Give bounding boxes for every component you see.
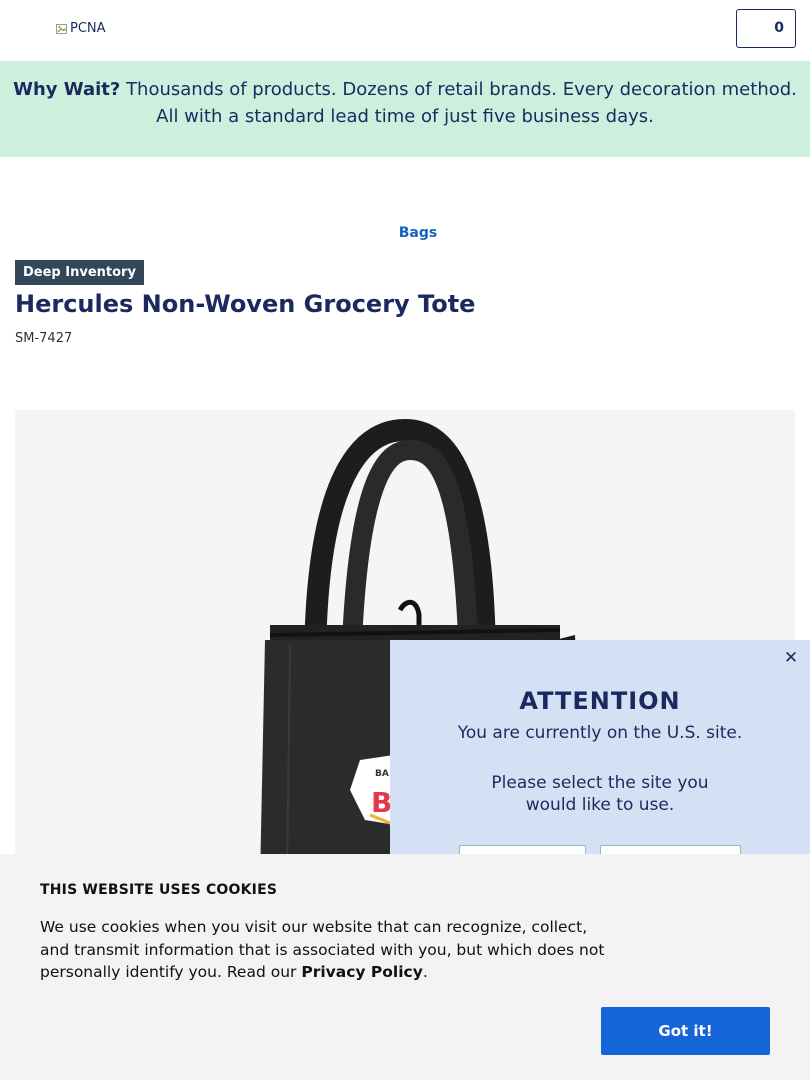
select-site-message: Please select the site you would like to… — [491, 773, 709, 815]
cart-count: 0 — [774, 20, 784, 36]
cookie-banner: THIS WEBSITE USES COOKIES We use cookies… — [0, 854, 810, 1080]
accept-cookies-button[interactable]: Got it! — [601, 1007, 770, 1055]
breadcrumb[interactable]: Bags — [0, 225, 810, 241]
site-header: PCNA 0 — [0, 0, 810, 61]
breadcrumb-item-bags[interactable]: Bags — [399, 225, 437, 241]
cookie-title: THIS WEBSITE USES COOKIES — [40, 882, 278, 898]
product-sku: SM-7427 — [15, 331, 73, 346]
promo-text: Thousands of products. Dozens of retail … — [120, 79, 797, 127]
logo-alt-text: PCNA — [70, 21, 106, 36]
close-icon[interactable]: ✕ — [782, 649, 800, 667]
inventory-badge: Deep Inventory — [15, 260, 144, 285]
logo-link[interactable]: PCNA — [56, 21, 106, 36]
cookie-message: We use cookies when you visit our websit… — [40, 916, 620, 984]
privacy-policy-link[interactable]: Privacy Policy — [301, 963, 423, 981]
cart-button[interactable]: 0 — [736, 9, 796, 48]
broken-image-icon — [56, 23, 68, 35]
promo-lead: Why Wait? — [13, 79, 121, 100]
svg-text:BA: BA — [375, 769, 389, 779]
cookie-end-punct: . — [422, 963, 428, 981]
product-title: Hercules Non-Woven Grocery Tote — [15, 290, 476, 318]
modal-heading: ATTENTION — [519, 687, 681, 715]
promo-banner: Why Wait? Thousands of products. Dozens … — [0, 61, 810, 157]
current-site-text: You are currently on the U.S. site. — [457, 723, 743, 743]
